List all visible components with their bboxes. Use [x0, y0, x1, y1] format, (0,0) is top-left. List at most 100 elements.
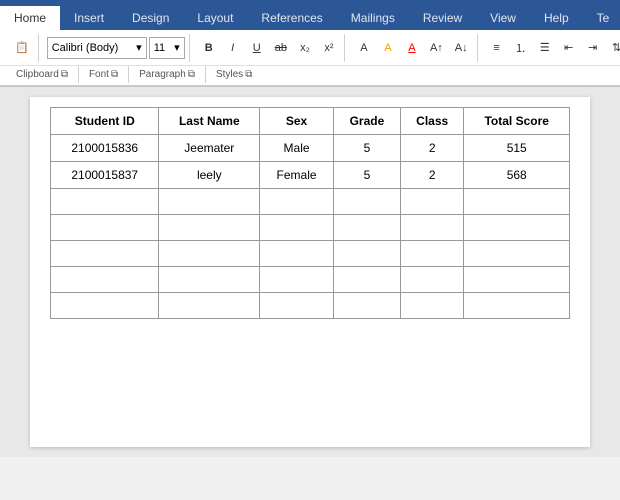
paragraph-expand-icon[interactable]: ⧉	[188, 69, 195, 80]
tab-home[interactable]: Home	[0, 6, 60, 30]
table-row: 2100015837leelyFemale52568	[51, 162, 570, 189]
col-studentid: Student ID	[51, 108, 159, 135]
data-table: Student ID Last Name Sex Grade Class Tot…	[50, 107, 570, 319]
table-cell[interactable]: 568	[464, 162, 570, 189]
table-cell[interactable]	[333, 189, 400, 215]
table-cell[interactable]	[400, 267, 464, 293]
bullets-button[interactable]: ≡	[486, 37, 508, 59]
table-cell[interactable]	[464, 293, 570, 319]
table-cell[interactable]	[159, 293, 260, 319]
table-cell[interactable]	[464, 189, 570, 215]
numbering-button[interactable]: ⒈	[510, 37, 532, 59]
table-row	[51, 189, 570, 215]
superscript-button[interactable]: x²	[318, 37, 340, 59]
table-cell[interactable]: 2	[400, 135, 464, 162]
table-cell[interactable]	[159, 215, 260, 241]
table-cell[interactable]	[51, 293, 159, 319]
tab-help[interactable]: Help	[530, 6, 583, 30]
italic-button[interactable]: I	[222, 37, 244, 59]
decrease-indent-button[interactable]: ⇤	[558, 37, 580, 59]
multilevel-button[interactable]: ☰	[534, 37, 556, 59]
table-cell[interactable]: Jeemater	[159, 135, 260, 162]
strikethrough-button[interactable]: ab	[270, 37, 292, 59]
tab-bar: Home Insert Design Layout References Mai…	[0, 0, 620, 30]
font-expand-icon[interactable]: ⧉	[111, 69, 118, 80]
table-cell[interactable]: 2100015836	[51, 135, 159, 162]
table-cell[interactable]	[400, 189, 464, 215]
table-cell[interactable]: Female	[260, 162, 334, 189]
table-row	[51, 215, 570, 241]
shrink-font-button[interactable]: A↓	[450, 37, 473, 59]
styles-label-section: Styles ⧉	[206, 66, 262, 83]
table-cell[interactable]	[51, 241, 159, 267]
bold-button[interactable]: B	[198, 37, 220, 59]
col-lastname: Last Name	[159, 108, 260, 135]
tab-references[interactable]: References	[247, 6, 336, 30]
table-cell[interactable]	[333, 241, 400, 267]
table-cell[interactable]	[51, 189, 159, 215]
text-effects-button[interactable]: A	[353, 37, 375, 59]
table-cell[interactable]: 2	[400, 162, 464, 189]
paragraph-label: Paragraph	[139, 69, 186, 80]
table-cell[interactable]	[51, 267, 159, 293]
grow-font-button[interactable]: A↑	[425, 37, 448, 59]
tab-view[interactable]: View	[476, 6, 530, 30]
highlight-button[interactable]: A	[377, 37, 399, 59]
table-cell[interactable]	[260, 241, 334, 267]
document-area: Student ID Last Name Sex Grade Class Tot…	[0, 87, 620, 457]
tab-design[interactable]: Design	[118, 6, 183, 30]
clipboard-label: Clipboard	[16, 69, 59, 80]
table-cell[interactable]	[333, 215, 400, 241]
table-cell[interactable]	[464, 241, 570, 267]
table-row	[51, 267, 570, 293]
increase-indent-button[interactable]: ⇥	[582, 37, 604, 59]
table-cell[interactable]	[159, 267, 260, 293]
document-page[interactable]: Student ID Last Name Sex Grade Class Tot…	[30, 97, 590, 447]
font-color-button[interactable]: A	[401, 37, 423, 59]
table-cell[interactable]	[51, 215, 159, 241]
tab-layout[interactable]: Layout	[183, 6, 247, 30]
table-cell[interactable]	[400, 293, 464, 319]
table-cell[interactable]	[464, 215, 570, 241]
font-label-section: Font ⧉	[79, 66, 129, 83]
table-cell[interactable]: 5	[333, 135, 400, 162]
clipboard-icon[interactable]: 📋	[10, 37, 34, 59]
table-cell[interactable]	[260, 293, 334, 319]
table-cell[interactable]	[159, 241, 260, 267]
underline-button[interactable]: U	[246, 37, 268, 59]
table-cell[interactable]: 5	[333, 162, 400, 189]
tab-te[interactable]: Te	[583, 6, 620, 30]
table-cell[interactable]	[260, 267, 334, 293]
col-totalscore: Total Score	[464, 108, 570, 135]
styles-label: Styles	[216, 69, 243, 80]
ribbon: 📋 Calibri (Body) ▾ 11 ▾ B I U ab x₂ x² A…	[0, 30, 620, 87]
styles-expand-icon[interactable]: ⧉	[245, 69, 252, 80]
table-cell[interactable]	[464, 267, 570, 293]
table-cell[interactable]	[400, 241, 464, 267]
table-cell[interactable]	[260, 215, 334, 241]
table-cell[interactable]	[333, 267, 400, 293]
table-header-row: Student ID Last Name Sex Grade Class Tot…	[51, 108, 570, 135]
table-cell[interactable]	[260, 189, 334, 215]
table-cell[interactable]: 2100015837	[51, 162, 159, 189]
table-cell[interactable]: Male	[260, 135, 334, 162]
tab-mailings[interactable]: Mailings	[337, 6, 409, 30]
font-name-dropdown[interactable]: Calibri (Body) ▾	[47, 37, 147, 59]
table-cell[interactable]	[333, 293, 400, 319]
clipboard-expand-icon[interactable]: ⧉	[61, 69, 68, 80]
paragraph-label-section: Paragraph ⧉	[129, 66, 206, 83]
subscript-button[interactable]: x₂	[294, 37, 316, 59]
table-row: 2100015836JeematerMale52515	[51, 135, 570, 162]
font-size-dropdown[interactable]: 11 ▾	[149, 37, 185, 59]
tab-review[interactable]: Review	[409, 6, 476, 30]
tab-insert[interactable]: Insert	[60, 6, 118, 30]
font-label: Font	[89, 69, 109, 80]
table-cell[interactable]: leely	[159, 162, 260, 189]
sort-button[interactable]: ⇅	[606, 37, 620, 59]
col-grade: Grade	[333, 108, 400, 135]
table-cell[interactable]	[159, 189, 260, 215]
chevron-down-icon2: ▾	[174, 41, 180, 54]
table-cell[interactable]: 515	[464, 135, 570, 162]
table-cell[interactable]	[400, 215, 464, 241]
section-labels-bar: Clipboard ⧉ Font ⧉ Paragraph ⧉ Styles ⧉	[0, 66, 620, 86]
